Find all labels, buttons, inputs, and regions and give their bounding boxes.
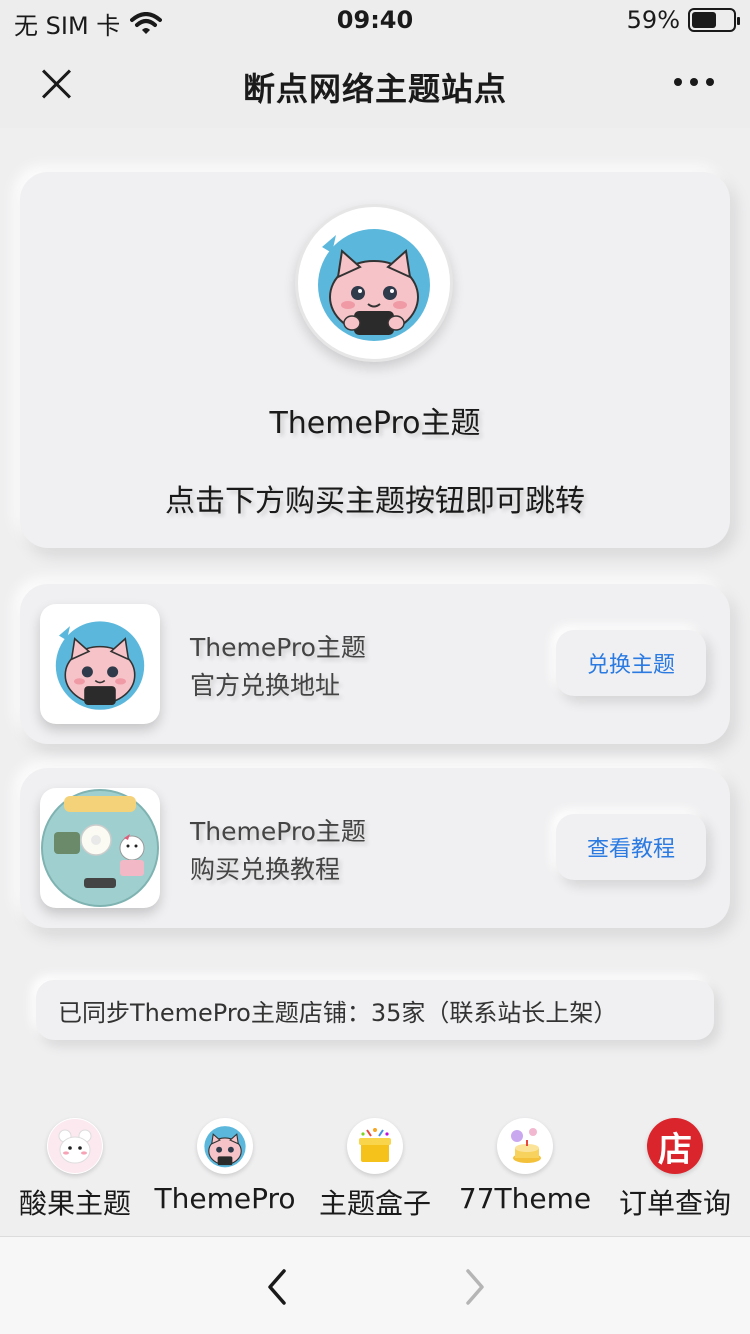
redeem-theme-button[interactable]: 兑换主题	[556, 630, 706, 696]
item-title: ThemePro主题	[190, 633, 366, 662]
item-subtitle: 官方兑换地址	[190, 671, 341, 700]
more-dot	[706, 78, 714, 86]
shop-label: 77Theme	[458, 1182, 592, 1215]
store-icon: 店	[647, 1118, 703, 1174]
sync-notice: 已同步ThemePro主题店铺：35家（联系站长上架）	[36, 980, 714, 1040]
shop-item-themepro[interactable]: ThemePro	[150, 1116, 300, 1226]
shop-label: 订单查询	[618, 1187, 731, 1220]
shop-row: 酸果主题 ThemePro 主题盒子 77Theme 店 订单查询	[0, 1116, 750, 1226]
shop-label: 主题盒子	[318, 1187, 431, 1220]
battery-fill	[692, 12, 716, 28]
shop-label: 酸果主题	[18, 1187, 131, 1220]
browser-toolbar	[0, 1236, 750, 1334]
item-title: ThemePro主题	[190, 817, 366, 846]
list-item: ThemePro主题 购买兑换教程 查看教程	[20, 768, 730, 928]
store-icon-text: 店	[658, 1129, 692, 1170]
list-item: ThemePro主题 官方兑换地址 兑换主题	[20, 584, 730, 744]
shop-item-suanguo[interactable]: 酸果主题	[0, 1116, 150, 1226]
nav-bar: 断点网络主题站点	[0, 40, 750, 128]
shop-label: ThemePro	[154, 1182, 296, 1215]
chevron-left-icon[interactable]	[262, 1267, 292, 1307]
chevron-right-icon[interactable]	[460, 1267, 490, 1307]
hello-kitty-disc-icon	[40, 788, 160, 908]
hero-description: 点击下方购买主题按钮即可跳转	[165, 484, 585, 519]
page-title: 断点网络主题站点	[242, 70, 507, 108]
view-tutorial-button[interactable]: 查看教程	[556, 814, 706, 880]
white-bear-icon	[47, 1118, 103, 1174]
sync-notice-text: 已同步ThemePro主题店铺：35家（联系站长上架）	[58, 998, 618, 1027]
party-cake-icon	[497, 1118, 553, 1174]
more-options-icon[interactable]	[674, 78, 714, 86]
battery-percent: 59%	[626, 6, 680, 34]
shop-item-theme-box[interactable]: 主题盒子	[300, 1116, 450, 1226]
more-dot	[690, 78, 698, 86]
shop-item-order-query[interactable]: 店 订单查询	[600, 1116, 750, 1226]
item-subtitle: 购买兑换教程	[190, 855, 341, 884]
cat-avatar-icon	[197, 1118, 253, 1174]
status-right: 59%	[626, 6, 740, 34]
cat-avatar-icon	[295, 204, 453, 362]
battery-icon	[688, 8, 740, 32]
hero-name: ThemePro主题	[269, 406, 481, 441]
hero-card: ThemePro主题 点击下方购买主题按钮即可跳转	[20, 172, 730, 548]
more-dot	[674, 78, 682, 86]
status-bar: 无 SIM 卡 09:40 59%	[0, 0, 750, 40]
cat-avatar-icon	[40, 604, 160, 724]
gift-box-icon	[347, 1118, 403, 1174]
shop-item-77theme[interactable]: 77Theme	[450, 1116, 600, 1226]
